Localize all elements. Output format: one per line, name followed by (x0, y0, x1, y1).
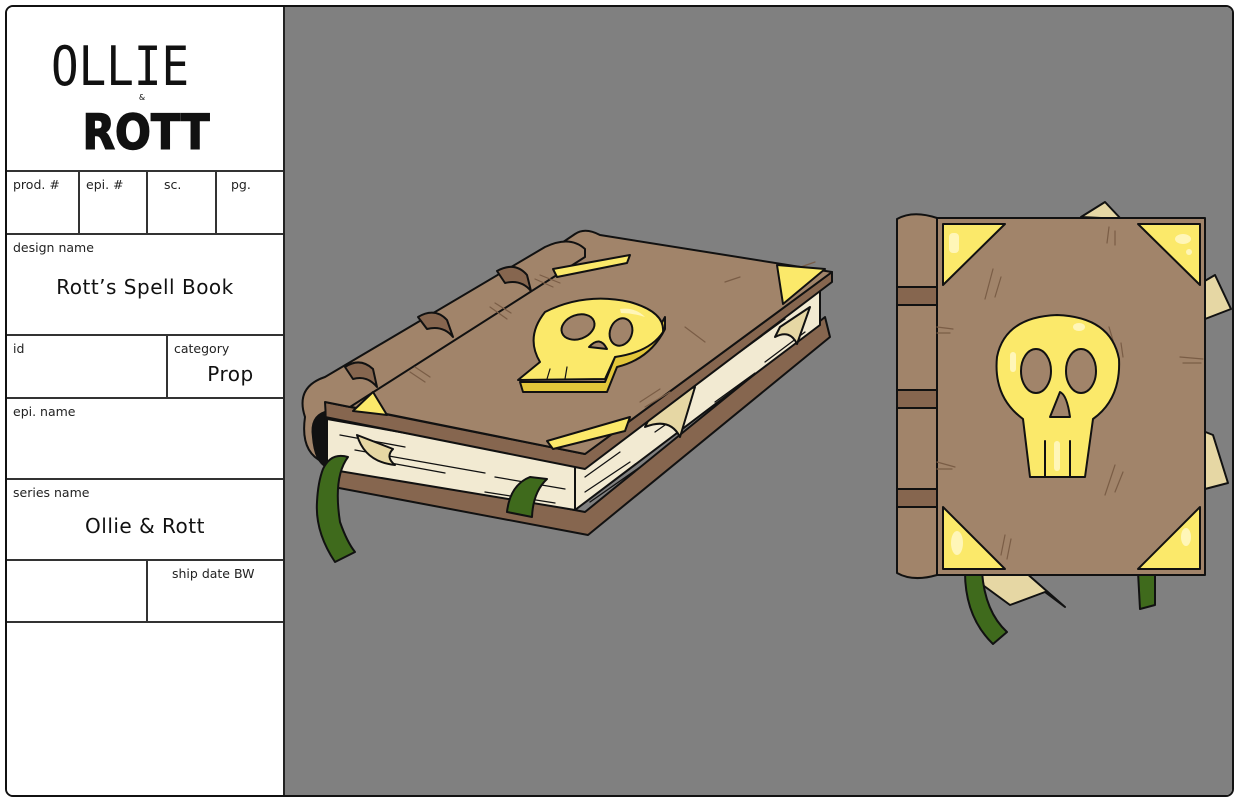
row-id-category: id category Prop (7, 334, 283, 397)
spine-band (896, 286, 938, 306)
blank-field[interactable] (7, 561, 146, 621)
design-name-value: Rott’s Spell Book (56, 275, 234, 299)
spine-band (896, 389, 938, 409)
row-design-name: design name Rott’s Spell Book (7, 233, 283, 334)
row-series-name: series name Ollie & Rott (7, 478, 283, 559)
page-label: pg. (231, 177, 251, 192)
ship-date-field[interactable]: ship date BW (146, 561, 283, 621)
series-name-value: Ollie & Rott (85, 514, 205, 538)
id-field[interactable]: id (7, 336, 166, 397)
book-front-view (896, 201, 1232, 645)
ribbon-bookmark (1137, 571, 1156, 610)
artwork-canvas (285, 7, 1232, 795)
epi-name-field[interactable]: epi. name (7, 399, 283, 478)
book-three-quarter-view (301, 229, 833, 563)
page-peek (1202, 274, 1232, 320)
row-ship-date: ship date BW (7, 559, 283, 621)
category-value: Prop (207, 362, 254, 386)
logo-ollie: OLLIE (51, 34, 189, 98)
epi-number-field[interactable]: epi. # (78, 172, 146, 233)
spine-hole (311, 411, 328, 468)
model-sheet: OLLIE & ROTT prod. # epi. # sc. pg. desi… (5, 5, 1234, 797)
category-label: category (174, 341, 230, 356)
design-name-field[interactable]: design name Rott’s Spell Book (7, 235, 283, 334)
series-name-field[interactable]: series name Ollie & Rott (7, 480, 283, 559)
scene-label: sc. (164, 177, 182, 192)
spine-band (896, 488, 938, 508)
page-field[interactable]: pg. (215, 172, 283, 233)
series-name-label: series name (13, 485, 90, 500)
logo-rott: ROTT (83, 104, 210, 160)
epi-name-label: epi. name (13, 404, 76, 419)
row-epi-name: epi. name (7, 397, 283, 478)
logo-ampersand: & (139, 93, 145, 102)
row-numbers: prod. # epi. # sc. pg. (7, 170, 283, 233)
design-name-label: design name (13, 240, 94, 255)
prod-number-label: prod. # (13, 177, 60, 192)
scene-field[interactable]: sc. (146, 172, 215, 233)
page-peek (1202, 430, 1229, 490)
id-label: id (13, 341, 25, 356)
title-block-panel: OLLIE & ROTT prod. # epi. # sc. pg. desi… (7, 7, 285, 795)
ship-date-label: ship date BW (172, 566, 255, 581)
page-peek (1080, 201, 1122, 220)
prod-number-field[interactable]: prod. # (7, 172, 78, 233)
notes-area[interactable] (7, 621, 283, 795)
show-logo: OLLIE & ROTT (7, 7, 283, 170)
category-field[interactable]: category Prop (166, 336, 283, 397)
epi-number-label: epi. # (86, 177, 124, 192)
artwork-svg (301, 201, 1232, 645)
